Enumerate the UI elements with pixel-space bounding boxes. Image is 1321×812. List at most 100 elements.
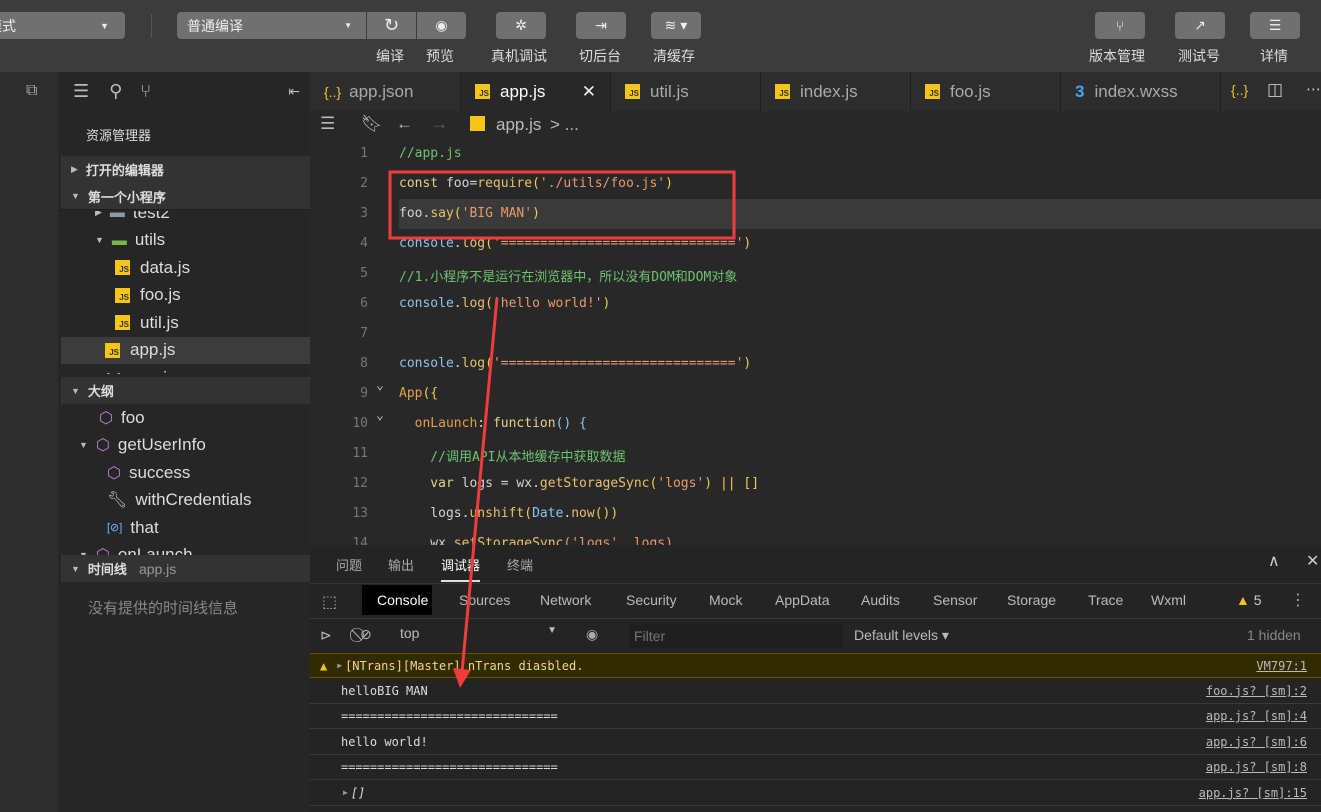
context-select[interactable]: top ▼ xyxy=(400,625,565,647)
devtools-tab-trace[interactable]: Trace xyxy=(1088,592,1123,608)
devtools-tab-console[interactable]: Console xyxy=(362,585,432,615)
list-icon[interactable]: ☰ xyxy=(320,114,335,134)
log-source-link[interactable]: app.js? [sm]:15 xyxy=(1199,786,1307,800)
tab-app-js[interactable]: JS app.js ✕ xyxy=(461,72,611,111)
breadcrumb-rest[interactable]: > ... xyxy=(550,115,579,135)
mode-select[interactable]: 模式▼ xyxy=(0,12,125,39)
code-line: console.log('===========================… xyxy=(399,356,752,371)
log-source-link[interactable]: app.js? [sm]:4 xyxy=(1206,709,1307,723)
fold-chevron-icon[interactable]: ⌄ xyxy=(376,378,384,393)
line-number: 10 xyxy=(352,416,368,431)
timeline-section[interactable]: ▼ 时间线 app.js xyxy=(61,555,310,582)
tab-index-wxss[interactable]: 3 index.wxss xyxy=(1061,72,1221,111)
devtools-tab-mock[interactable]: Mock xyxy=(709,592,742,608)
details-button[interactable]: ☰ xyxy=(1250,12,1300,39)
code-editor[interactable]: 1 //app.js 2 const foo=require('./utils/foo… xyxy=(310,140,1321,545)
tab-util-js[interactable]: JS util.js xyxy=(611,72,761,111)
background-button[interactable]: ⇥ xyxy=(576,12,626,39)
file-tree-item[interactable]: JS app.js xyxy=(61,336,310,364)
tab-index-js[interactable]: JS index.js xyxy=(761,72,911,111)
branch-icon: ⑂ xyxy=(1115,17,1125,34)
tab-app-json[interactable]: {..} app.json xyxy=(310,72,461,111)
file-tree-item[interactable]: {..}app.json xyxy=(61,364,310,375)
log-source-link[interactable]: app.js? [sm]:6 xyxy=(1206,735,1307,749)
code-line: var logs = wx.getStorageSync('logs') || … xyxy=(399,476,760,491)
panel-tab[interactable]: 问题 xyxy=(336,555,362,574)
outline-section[interactable]: ▼ 大纲 xyxy=(61,377,310,404)
remote-debug-button[interactable]: ✲ xyxy=(496,12,546,39)
search-icon[interactable]: ⚲ xyxy=(109,81,122,102)
outline-item[interactable]: ▼ ⬡ getUserInfo xyxy=(61,432,206,459)
close-tab-icon[interactable]: ✕ xyxy=(582,82,596,102)
panel-tab[interactable]: 终端 xyxy=(507,555,533,574)
devtools-tab-wxml[interactable]: Wxml xyxy=(1151,592,1186,608)
file-tree-item[interactable]: ▼ ▬ utils xyxy=(61,227,310,254)
layers-icon: ≋ ▾ xyxy=(664,17,688,33)
devtools-menu-icon[interactable]: ⋮ xyxy=(1290,590,1306,610)
clear-console-icon[interactable]: ⃠⊘ xyxy=(360,626,372,643)
filter-input[interactable] xyxy=(629,623,843,648)
more-icon[interactable]: ⋯ xyxy=(1306,80,1321,98)
compile-button[interactable]: ↻ xyxy=(367,12,416,39)
eye-icon: ◉ xyxy=(435,17,448,33)
devtools-tab-network[interactable]: Network xyxy=(540,592,591,608)
code-line: const foo=require('./utils/foo.js') xyxy=(399,176,673,191)
forward-arrow-icon[interactable]: → xyxy=(431,114,448,134)
split-editor-icon[interactable]: ◫ xyxy=(1267,80,1283,100)
back-arrow-icon[interactable]: ← xyxy=(396,114,413,134)
log-source-link[interactable]: foo.js? [sm]:2 xyxy=(1206,684,1307,698)
outline-item[interactable]: ▼⬡onLaunch xyxy=(61,542,193,555)
list-icon[interactable]: ☰ xyxy=(73,81,89,102)
hidden-count: 1 hidden xyxy=(1247,627,1301,643)
open-editors-section[interactable]: ▶ 打开的编辑器 xyxy=(61,156,310,183)
file-tree-item[interactable]: JS util.js xyxy=(61,309,310,336)
copy-window-icon[interactable]: ⧉ xyxy=(26,82,37,100)
maximize-panel-icon[interactable]: ∧ xyxy=(1268,551,1280,571)
panel-tab[interactable]: 输出 xyxy=(388,555,414,574)
cube-icon: ⬡ xyxy=(99,409,113,427)
details-label: 详情 xyxy=(1260,48,1288,64)
wrench-icon: 🔧︎ xyxy=(107,492,128,509)
project-section[interactable]: ▼ 第一个小程序 xyxy=(61,183,310,210)
warning-count[interactable]: ▲ 5 xyxy=(1236,592,1262,608)
devtools-tab-audits[interactable]: Audits xyxy=(861,592,900,608)
preview-button[interactable]: ◉ xyxy=(417,12,466,39)
line-number: 8 xyxy=(360,356,368,371)
levels-dropdown[interactable]: Default levels ▾ xyxy=(854,627,949,644)
devtools-tab-sources[interactable]: Sources xyxy=(459,592,510,608)
line-number: 6 xyxy=(360,296,368,311)
outline-item[interactable]: [⊘] that xyxy=(61,514,159,541)
sidebar-toggle-icon[interactable]: ⊳ xyxy=(320,627,332,644)
close-panel-icon[interactable]: ✕ xyxy=(1306,551,1319,571)
tab-foo-js[interactable]: JS foo.js xyxy=(911,72,1061,111)
devtools-tab-storage[interactable]: Storage xyxy=(1007,592,1056,608)
log-source-link[interactable]: app.js? [sm]:8 xyxy=(1206,760,1307,774)
version-button[interactable]: ⑂ xyxy=(1095,12,1145,39)
compile-select[interactable]: 普通编译 ▼ xyxy=(177,12,366,39)
inspect-icon[interactable]: ⬚ xyxy=(322,592,337,612)
devtools-tab-security[interactable]: Security xyxy=(626,592,677,608)
css-file-icon: 3 xyxy=(1075,81,1085,101)
breadcrumb-file[interactable]: app.js xyxy=(496,115,541,135)
panel-tab[interactable]: 调试器 xyxy=(441,555,481,582)
outline-item[interactable]: ⬡ foo xyxy=(61,404,145,431)
test-account-button[interactable]: ↗ xyxy=(1175,12,1225,39)
outline-item[interactable]: 🔧︎ withCredentials xyxy=(61,487,252,514)
devtools-tab-appdata[interactable]: AppData xyxy=(775,592,829,608)
log-source-link[interactable]: VM797:1 xyxy=(1256,659,1307,673)
expand-triangle-icon[interactable]: ▶ xyxy=(343,788,348,797)
outline-item[interactable]: ⬡ success xyxy=(61,459,190,486)
devtools-tab-sensor[interactable]: Sensor xyxy=(933,592,977,608)
file-tree-item[interactable]: ▶ ▬ test2 xyxy=(61,211,310,226)
bookmark-icon[interactable]: 🔖︎ xyxy=(361,114,383,134)
fold-chevron-icon[interactable]: ⌄ xyxy=(376,408,384,423)
file-tree-item[interactable]: JS data.js xyxy=(61,254,310,281)
file-tree-item[interactable]: JS foo.js xyxy=(61,282,310,309)
json-view-icon[interactable]: {..} xyxy=(1231,82,1248,98)
clear-cache-button[interactable]: ≋ ▾ xyxy=(651,12,701,39)
breadcrumb-bar: ☰ 🔖︎ ← → app.js > ... xyxy=(310,111,1321,140)
source-control-icon[interactable]: ⑂ xyxy=(140,81,151,102)
collapse-sidebar-icon[interactable]: ⇤ xyxy=(288,83,300,100)
eye-icon[interactable]: ◉ xyxy=(586,626,598,643)
expand-triangle-icon[interactable]: ▶ xyxy=(337,661,342,670)
